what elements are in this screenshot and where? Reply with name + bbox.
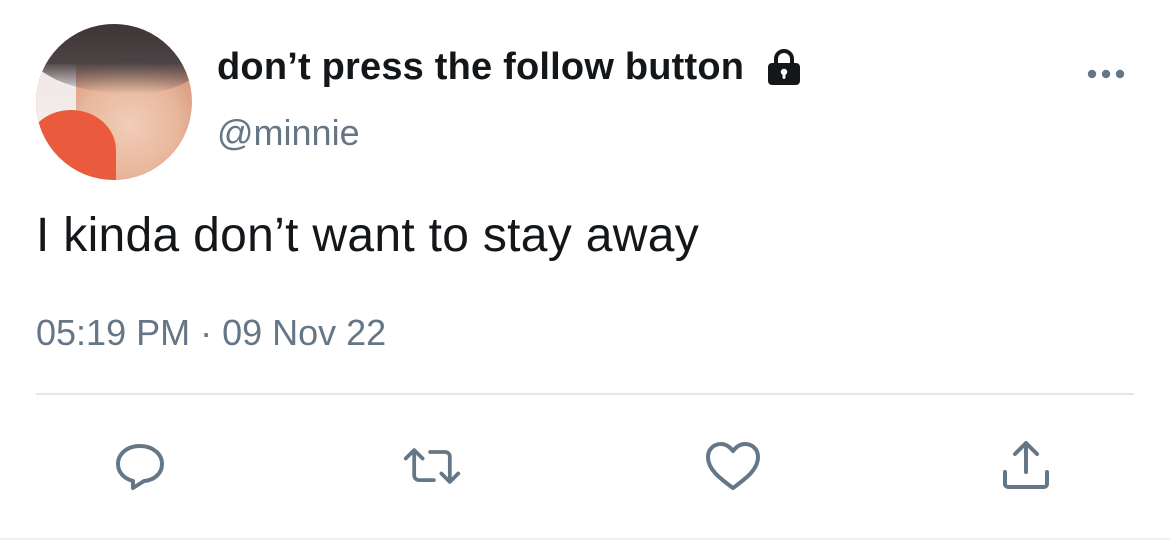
lock-icon [764, 48, 804, 86]
retweet-icon [403, 448, 461, 484]
display-name[interactable]: don’t press the follow button [217, 46, 744, 89]
divider [36, 393, 1134, 395]
author-name-row: don’t press the follow button [217, 44, 804, 90]
share-icon [1003, 441, 1049, 489]
bottom-divider [0, 538, 1170, 540]
meta-separator: · [200, 312, 213, 353]
like-button[interactable] [703, 438, 763, 494]
tweet-card: don’t press the follow button @minnie I … [0, 0, 1170, 558]
share-button[interactable] [996, 438, 1056, 494]
tweet-date: 09 Nov 22 [222, 312, 387, 353]
tweet-text: I kinda don’t want to stay away [36, 209, 699, 262]
tweet-timestamp[interactable]: 05:19 PM · 09 Nov 22 [36, 312, 386, 354]
author-handle[interactable]: @minnie [217, 112, 360, 154]
heart-icon [706, 442, 760, 490]
reply-button[interactable] [110, 438, 170, 494]
avatar[interactable] [36, 24, 192, 180]
reply-icon [116, 444, 164, 490]
retweet-button[interactable] [402, 438, 462, 494]
more-horizontal-icon[interactable] [1086, 64, 1130, 84]
avatar-shirt [36, 110, 116, 180]
tweet-time: 05:19 PM [36, 312, 191, 353]
